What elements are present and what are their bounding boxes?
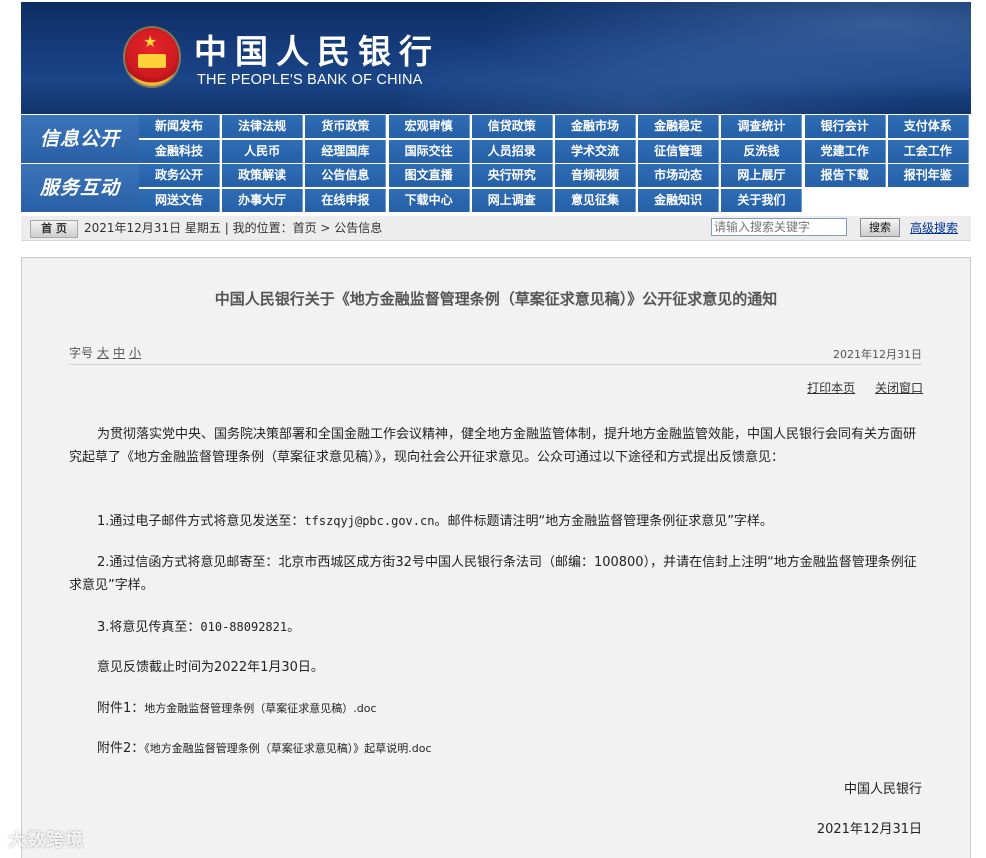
font-size-controls: 字号大中小 <box>69 344 141 361</box>
article-panel: 中国人民银行关于《地方金融监督管理条例（草案征求意见稿）》公开征求意见的通知 字… <box>21 257 971 858</box>
brand-name-cn[interactable]: 中国人民银行 <box>194 32 440 72</box>
nav-service-grid: 政务公开 政策解读 公告信息 图文直播 央行研究 音频视频 市场动态 网上展厅 报告下载 报刊年鉴… <box>139 164 971 212</box>
header-banner: ★ 中国人民银行 THE PEOPLE'S BANK OF CHINA <box>21 2 971 114</box>
star-icon: ★ <box>143 32 158 51</box>
attachment-2-link[interactable]: 《地方金融监督管理条例（草案征求意见稿）》起草说明.doc <box>144 742 431 755</box>
nav-service-item-1-1[interactable]: 政务公开 <box>139 164 220 187</box>
nav-info-item-1-7[interactable]: 金融稳定 <box>638 115 720 138</box>
national-emblem-icon: ★ <box>125 28 179 86</box>
nav-info-item-2-7[interactable]: 征信管理 <box>638 140 720 163</box>
item-mail: 2.通过信函方式将意见邮寄至：北京市西城区成方街32号中国人民银行条法司（邮编：… <box>69 555 917 593</box>
article-meta: 字号大中小 2021年12月31日 <box>69 336 922 365</box>
nav-info-item-1-1[interactable]: 新闻发布 <box>139 115 220 138</box>
nav-info-item-1-6[interactable]: 金融市场 <box>555 115 636 138</box>
nav-info-item-1-9[interactable]: 银行会计 <box>804 115 886 138</box>
font-size-small[interactable]: 小 <box>129 346 141 360</box>
item-fax-prefix: 3.将意见传真至： <box>97 620 201 635</box>
attachment-1-label: 附件1： <box>97 701 145 716</box>
main-nav: 信息公开 新闻发布 法律法规 货币政策 宏观审慎 信贷政策 金融市场 金融稳定 调查统计 银行会… <box>21 114 971 214</box>
nav-info-item-1-2[interactable]: 法律法规 <box>222 115 304 138</box>
nav-info-grid: 新闻发布 法律法规 货币政策 宏观审慎 信贷政策 金融市场 金融稳定 调查统计 银行会计 支付体系… <box>139 115 971 163</box>
intro-paragraph: 为贯彻落实党中央、国务院决策部署和全国金融工作会议精神，健全地方金融监管体制，提… <box>69 427 917 465</box>
font-size-large[interactable]: 大 <box>97 346 109 360</box>
banner-background <box>401 2 971 114</box>
article-tools: 打印本页 关闭窗口 <box>791 379 923 396</box>
brand-name-en: THE PEOPLE'S BANK OF CHINA <box>197 72 423 88</box>
nav-service-item-1-6[interactable]: 音频视频 <box>555 164 636 187</box>
nav-info-item-2-10[interactable]: 工会工作 <box>887 140 969 163</box>
item-fax: 3.将意见传真至：010-88092821。 <box>97 616 300 639</box>
nav-service-label: 服务互动 <box>21 164 139 212</box>
nav-info-item-2-9[interactable]: 党建工作 <box>804 140 886 163</box>
attachment-1-link[interactable]: 地方金融监督管理条例（草案征求意见稿）.doc <box>144 702 376 715</box>
nav-service-item-2-2[interactable]: 办事大厅 <box>222 189 304 212</box>
signature-date: 2021年12月31日 <box>816 822 922 837</box>
nav-info-item-1-10[interactable]: 支付体系 <box>887 115 969 138</box>
print-link[interactable]: 打印本页 <box>807 381 855 395</box>
nav-service-item-2-5[interactable]: 网上调查 <box>471 189 553 212</box>
nav-info-item-2-3[interactable]: 经理国库 <box>305 140 387 163</box>
item-email-prefix: 1.通过电子邮件方式将意见发送至： <box>97 514 305 529</box>
nav-service-item-1-3[interactable]: 公告信息 <box>305 164 387 187</box>
attachment-1: 附件1：地方金融监督管理条例（草案征求意见稿）.doc <box>97 697 377 720</box>
nav-service-section: 服务互动 政务公开 政策解读 公告信息 图文直播 央行研究 音频视频 市场动态 网上展厅 报告下… <box>21 164 971 212</box>
watermark: 大数跨境 <box>8 830 84 851</box>
signature: 中国人民银行 <box>843 782 922 797</box>
nav-service-item-1-8[interactable]: 网上展厅 <box>721 164 803 187</box>
nav-info-label: 信息公开 <box>21 115 139 163</box>
attachment-2-label: 附件2： <box>97 741 145 756</box>
item-fax-suffix: 。 <box>287 620 301 635</box>
nav-service-item-2-8[interactable]: 关于我们 <box>721 189 803 212</box>
nav-info-item-1-8[interactable]: 调查统计 <box>721 115 803 138</box>
nav-info-item-2-6[interactable]: 学术交流 <box>555 140 636 163</box>
nav-info-section: 信息公开 新闻发布 法律法规 货币政策 宏观审慎 信贷政策 金融市场 金融稳定 调查统计 银行会… <box>21 115 971 163</box>
nav-info-item-2-8[interactable]: 反洗钱 <box>721 140 803 163</box>
font-size-medium[interactable]: 中 <box>113 346 125 360</box>
nav-info-item-2-4[interactable]: 国际交往 <box>388 140 470 163</box>
fax-number: 010-88092821 <box>200 620 288 634</box>
nav-info-item-1-5[interactable]: 信贷政策 <box>471 115 553 138</box>
nav-service-item-1-9[interactable]: 报告下载 <box>804 164 886 187</box>
gate-icon <box>138 54 166 68</box>
nav-service-item-2-4[interactable]: 下载中心 <box>388 189 470 212</box>
nav-info-item-1-3[interactable]: 货币政策 <box>305 115 387 138</box>
nav-service-item-1-2[interactable]: 政策解读 <box>222 164 304 187</box>
deadline-text: 意见反馈截止时间为2022年1月30日。 <box>97 660 324 675</box>
advanced-search-link[interactable]: 高级搜索 <box>910 216 958 240</box>
breadcrumb: 2021年12月31日 星期五 | 我的位置：首页 > 公告信息 <box>84 221 383 235</box>
nav-service-item-2-1[interactable]: 网送文告 <box>139 189 220 212</box>
close-window-link[interactable]: 关闭窗口 <box>875 381 923 395</box>
nav-service-item-1-5[interactable]: 央行研究 <box>471 164 553 187</box>
breadcrumb-bar: 首 页 2021年12月31日 星期五 | 我的位置：首页 > 公告信息 搜索 … <box>21 216 971 241</box>
nav-service-item-1-4[interactable]: 图文直播 <box>388 164 470 187</box>
nav-info-item-1-4[interactable]: 宏观审慎 <box>388 115 470 138</box>
publish-date: 2021年12月31日 <box>833 348 922 361</box>
font-size-label: 字号 <box>69 346 94 360</box>
nav-service-item-1-7[interactable]: 市场动态 <box>638 164 720 187</box>
home-button[interactable]: 首 页 <box>30 220 78 238</box>
nav-service-item-2-7[interactable]: 金融知识 <box>638 189 720 212</box>
nav-service-item-2-3[interactable]: 在线申报 <box>305 189 387 212</box>
search-button[interactable]: 搜索 <box>860 218 900 237</box>
nav-info-item-2-2[interactable]: 人民币 <box>222 140 304 163</box>
nav-service-item-1-10[interactable]: 报刊年鉴 <box>887 164 969 187</box>
article-title: 中国人民银行关于《地方金融监督管理条例（草案征求意见稿）》公开征求意见的通知 <box>214 290 778 308</box>
item-email-suffix: 。邮件标题请注明“地方金融监督管理条例征求意见”字样。 <box>434 514 773 529</box>
nav-service-item-2-6[interactable]: 意见征集 <box>555 189 636 212</box>
nav-info-item-2-1[interactable]: 金融科技 <box>139 140 220 163</box>
search-input[interactable] <box>711 218 847 236</box>
attachment-2: 附件2：《地方金融监督管理条例（草案征求意见稿）》起草说明.doc <box>97 737 432 760</box>
item-email: 1.通过电子邮件方式将意见发送至：tfszqyj@pbc.gov.cn。邮件标题… <box>97 510 773 533</box>
email-address: tfszqyj@pbc.gov.cn <box>304 514 435 528</box>
nav-info-item-2-5[interactable]: 人员招录 <box>471 140 553 163</box>
